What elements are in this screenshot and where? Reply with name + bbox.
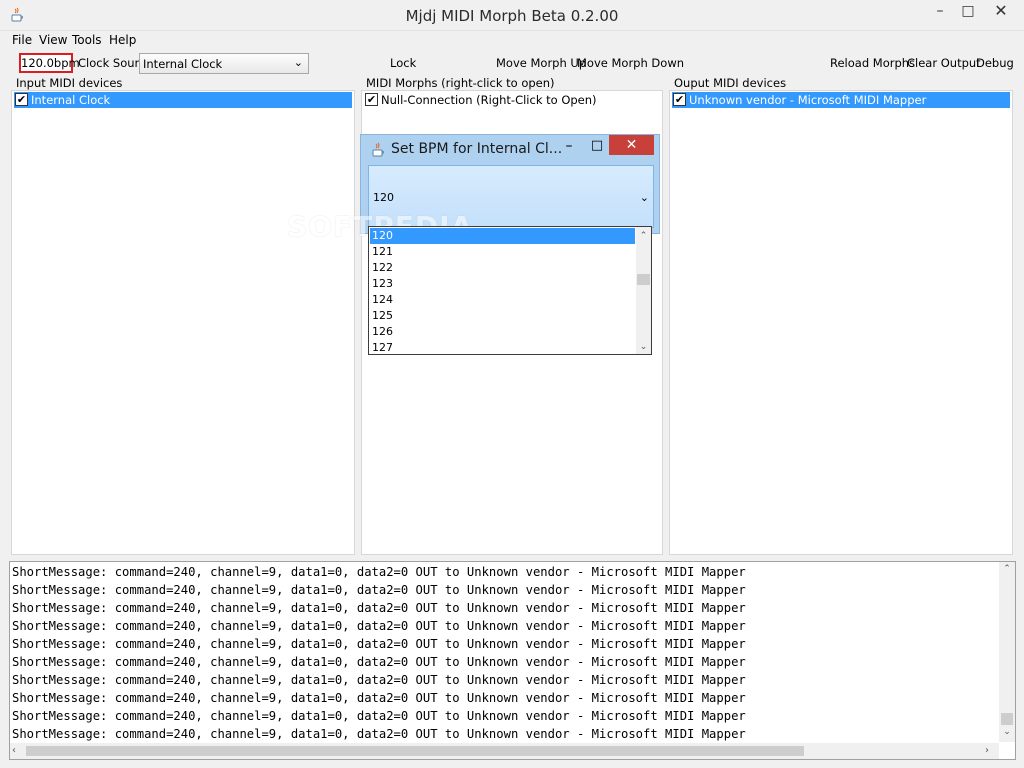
chevron-down-icon: ⌄ <box>639 191 649 204</box>
dropdown-scrollbar[interactable]: ⌃ ⌄ <box>636 227 651 354</box>
clear-output-button[interactable]: Clear Output <box>907 56 981 70</box>
bpm-option[interactable]: 120 <box>370 228 635 244</box>
chevron-right-icon[interactable]: › <box>985 745 989 756</box>
close-button[interactable]: ✕ <box>978 0 1024 24</box>
output-line: ShortMessage: command=240, channel=9, da… <box>12 691 746 705</box>
menu-view[interactable]: View <box>39 33 67 47</box>
bpm-option[interactable]: 122 <box>370 260 635 276</box>
checkbox-checked-icon[interactable]: ✔ <box>673 93 686 106</box>
bpm-option[interactable]: 124 <box>370 292 635 308</box>
output-device-label: Unknown vendor - Microsoft MIDI Mapper <box>689 93 927 107</box>
debug-button[interactable]: Debug <box>976 56 1014 70</box>
list-item-morph[interactable]: ✔ Null-Connection (Right-Click to Open) <box>364 92 660 108</box>
morph-label: Null-Connection (Right-Click to Open) <box>381 93 597 107</box>
dialog-minimize-button[interactable]: – <box>559 138 579 154</box>
chevron-down-icon[interactable]: ⌄ <box>999 727 1015 737</box>
move-morph-up-button[interactable]: Move Morph Up <box>496 56 586 70</box>
output-line: ShortMessage: command=240, channel=9, da… <box>12 637 746 651</box>
dialog-title-bar: Set BPM for Internal Cl... – □ ✕ <box>361 135 659 165</box>
output-line: ShortMessage: command=240, channel=9, da… <box>12 583 746 597</box>
bpm-dropdown-list: 120 121 122 123 124 125 126 127 ⌃ ⌄ <box>368 226 652 355</box>
dialog-title: Set BPM for Internal Cl... <box>391 141 561 157</box>
scrollbar-thumb[interactable] <box>26 746 804 756</box>
bpm-option[interactable]: 125 <box>370 308 635 324</box>
clock-source-value: Internal Clock <box>143 57 223 71</box>
scrollbar-thumb[interactable] <box>637 274 650 285</box>
reload-morphs-button[interactable]: Reload Morphs <box>830 56 915 70</box>
bpm-option[interactable]: 123 <box>370 276 635 292</box>
dialog-maximize-button[interactable]: □ <box>587 138 607 153</box>
output-vertical-scrollbar[interactable]: ⌃ ⌄ <box>999 562 1015 742</box>
checkbox-checked-icon[interactable]: ✔ <box>365 93 378 106</box>
output-line: ShortMessage: command=240, channel=9, da… <box>12 655 746 669</box>
clock-source-select[interactable]: Internal Clock ⌄ <box>139 53 309 74</box>
move-morph-down-button[interactable]: Move Morph Down <box>577 56 684 70</box>
window-title: Mjdj MIDI Morph Beta 0.2.00 <box>405 7 619 25</box>
bpm-select-value: 120 <box>373 191 394 204</box>
chevron-up-icon[interactable]: ⌃ <box>636 229 651 243</box>
input-device-label: Internal Clock <box>31 93 111 107</box>
bpm-option[interactable]: 121 <box>370 244 635 260</box>
title-bar: Mjdj MIDI Morph Beta 0.2.00 – □ ✕ <box>0 0 1024 31</box>
list-item-output-device[interactable]: ✔ Unknown vendor - Microsoft MIDI Mapper <box>672 92 1010 108</box>
output-devices-list: ✔ Unknown vendor - Microsoft MIDI Mapper <box>669 90 1013 555</box>
output-line: ShortMessage: command=240, channel=9, da… <box>12 709 746 723</box>
chevron-down-icon: ⌄ <box>293 56 303 69</box>
dialog-close-button[interactable]: ✕ <box>609 135 654 155</box>
chevron-up-icon[interactable]: ⌃ <box>999 564 1015 574</box>
input-devices-list: ✔ Internal Clock <box>11 90 355 555</box>
midi-morphs-label: MIDI Morphs (right-click to open) <box>366 76 555 90</box>
output-line: ShortMessage: command=240, channel=9, da… <box>12 673 746 687</box>
scrollbar-thumb[interactable] <box>1001 713 1013 725</box>
menu-help[interactable]: Help <box>109 33 136 47</box>
chevron-down-icon[interactable]: ⌄ <box>636 340 651 354</box>
bpm-display[interactable]: 120.0bpm <box>19 53 80 73</box>
chevron-left-icon[interactable]: ‹ <box>12 745 16 756</box>
java-app-icon <box>372 142 384 157</box>
output-line: ShortMessage: command=240, channel=9, da… <box>12 601 746 615</box>
output-horizontal-scrollbar[interactable]: ‹ › <box>10 743 999 759</box>
input-devices-label: Input MIDI devices <box>16 76 123 90</box>
output-line: ShortMessage: command=240, channel=9, da… <box>12 727 746 741</box>
output-devices-label: Ouput MIDI devices <box>674 76 787 90</box>
lock-button[interactable]: Lock <box>390 56 416 70</box>
list-item-input-device[interactable]: ✔ Internal Clock <box>14 92 352 108</box>
menu-tools[interactable]: Tools <box>72 33 102 47</box>
output-console[interactable]: ShortMessage: command=240, channel=9, da… <box>9 561 1016 760</box>
output-line: ShortMessage: command=240, channel=9, da… <box>12 619 746 633</box>
menu-file[interactable]: File <box>12 33 32 47</box>
menu-bar: File View Tools Help <box>0 31 1024 51</box>
output-line: ShortMessage: command=240, channel=9, da… <box>12 565 746 579</box>
bpm-option[interactable]: 127 <box>370 340 635 356</box>
toolbar: 120.0bpm Clock Source Internal Clock ⌄ L… <box>0 52 1024 76</box>
checkbox-checked-icon[interactable]: ✔ <box>15 93 28 106</box>
bpm-option[interactable]: 126 <box>370 324 635 340</box>
